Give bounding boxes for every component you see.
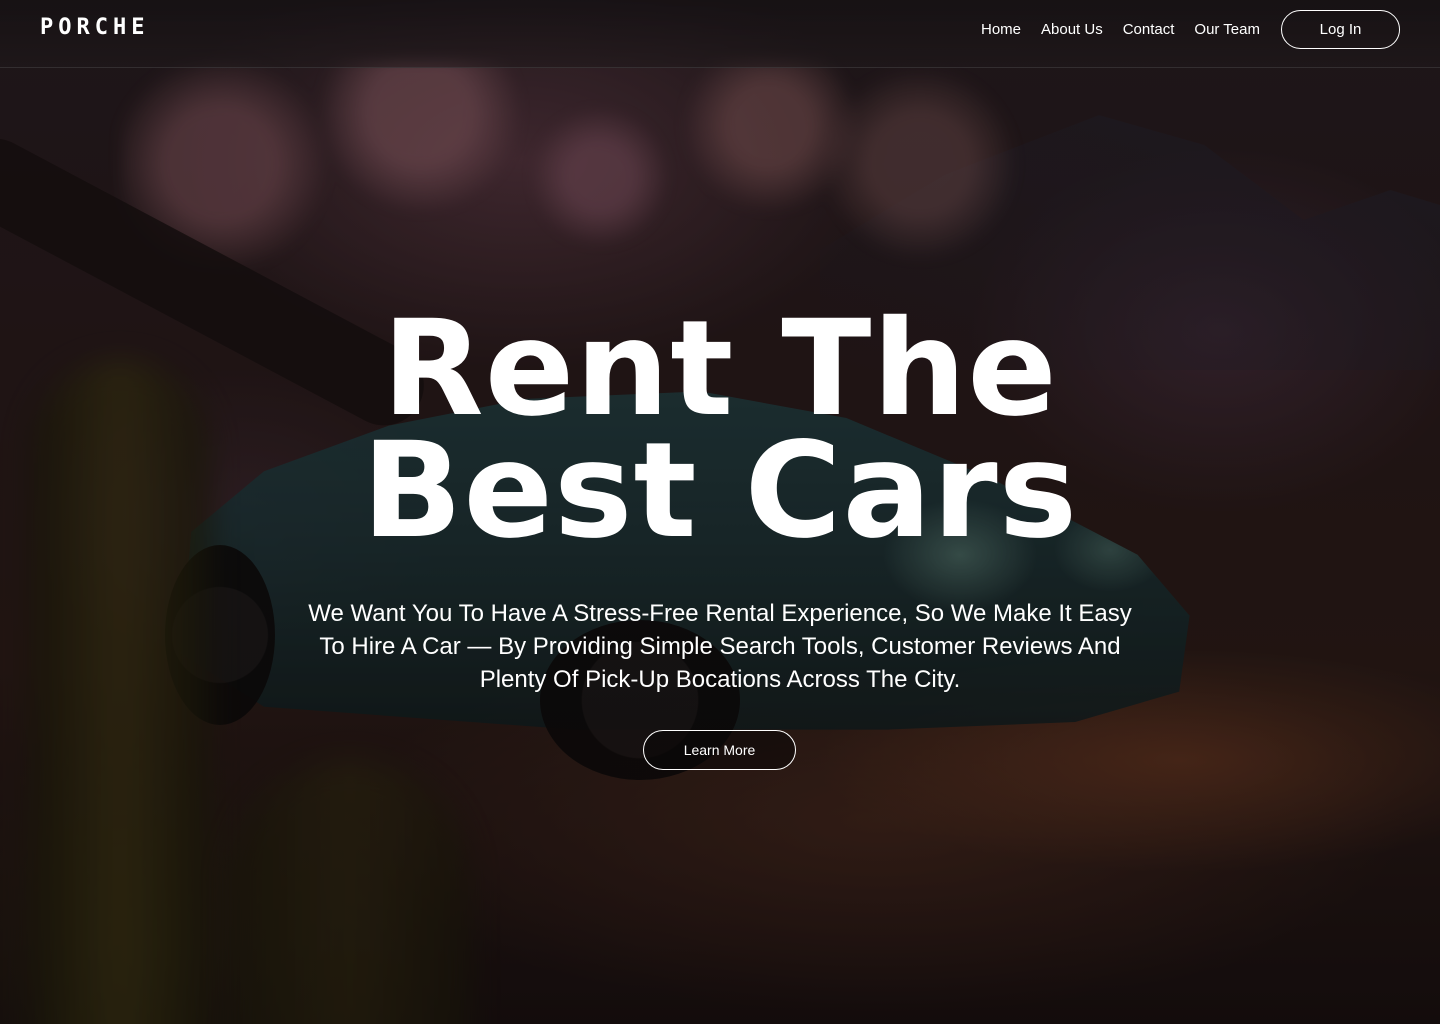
nav-link-home[interactable]: Home bbox=[981, 21, 1021, 39]
nav-link-about-us[interactable]: About Us bbox=[1041, 21, 1103, 39]
hero-title: Rent The Best Cars bbox=[0, 292, 1440, 568]
main-nav: Home About Us Contact Our Team bbox=[981, 21, 1260, 39]
login-button[interactable]: Log In bbox=[1281, 10, 1400, 49]
hero-title-line-2: Best Cars bbox=[361, 414, 1079, 568]
brand-logo[interactable]: PORCHE bbox=[40, 16, 149, 40]
hero-title-line-1: Rent The bbox=[382, 292, 1058, 446]
nav-link-contact[interactable]: Contact bbox=[1123, 21, 1175, 39]
top-navigation-bar: PORCHE Home About Us Contact Our Team Lo… bbox=[0, 0, 1440, 68]
landing-page: PORCHE Home About Us Contact Our Team Lo… bbox=[0, 0, 1440, 1024]
learn-more-button[interactable]: Learn More bbox=[643, 730, 796, 770]
hero-subtitle: We Want You To Have A Stress-Free Rental… bbox=[308, 600, 1132, 693]
nav-link-our-team[interactable]: Our Team bbox=[1194, 21, 1260, 39]
